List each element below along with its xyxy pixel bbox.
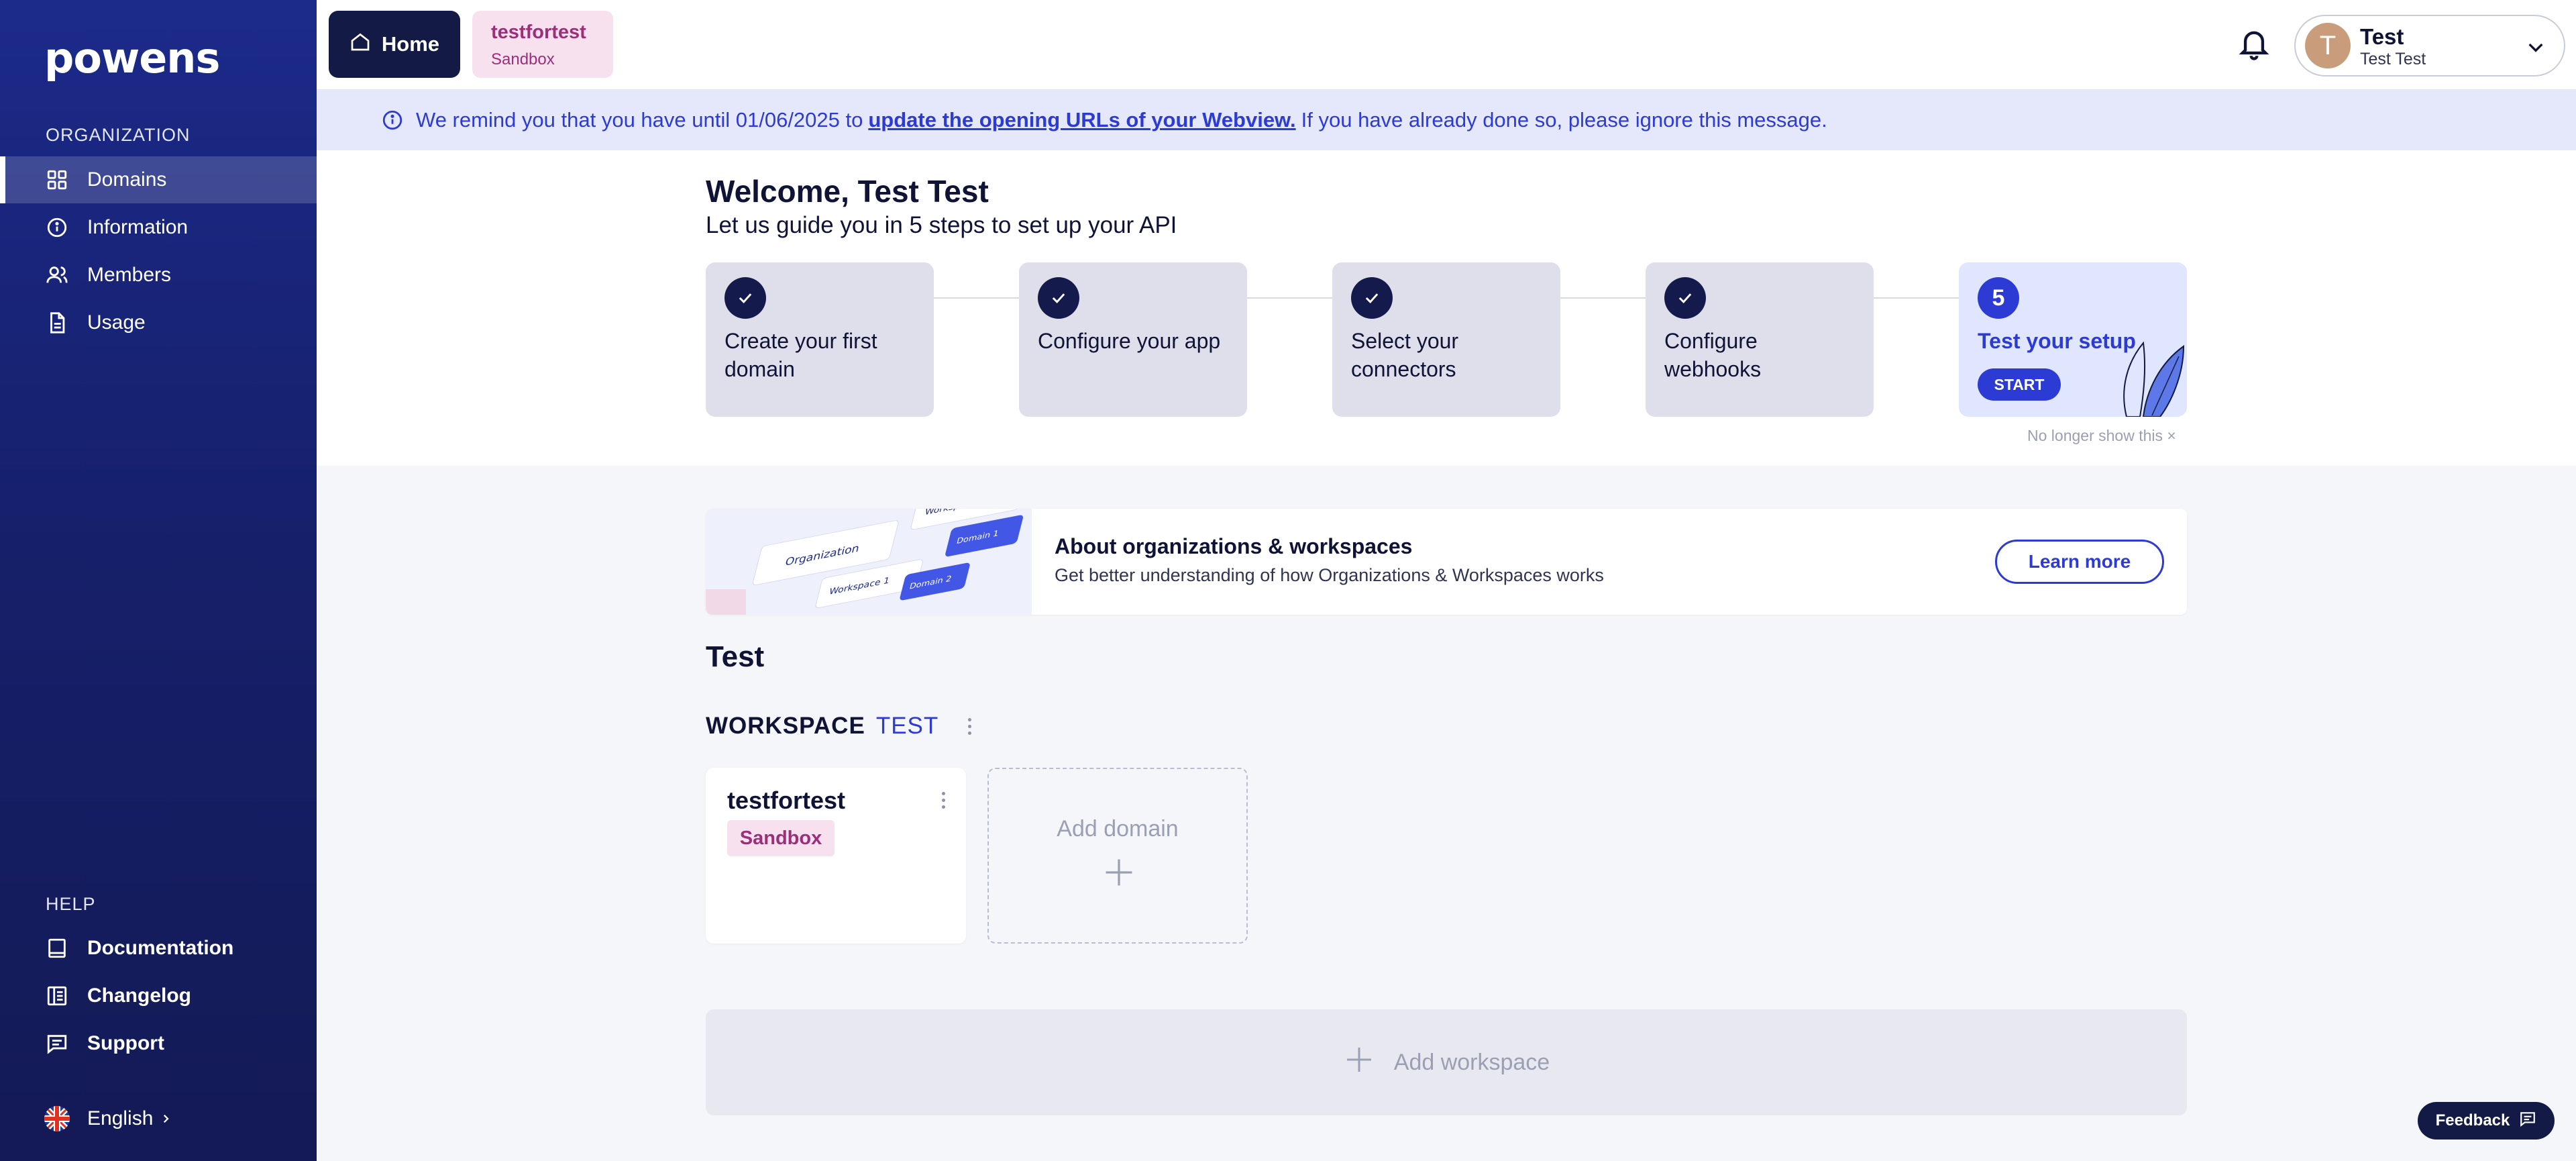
domain-more-icon[interactable] xyxy=(942,792,945,809)
step-card-4[interactable]: Configure webhooks xyxy=(1646,262,1874,417)
changelog-icon xyxy=(44,983,70,1009)
environment-type: Sandbox xyxy=(491,50,555,68)
uk-flag-icon xyxy=(44,1106,70,1131)
sidebar-item-usage[interactable]: Usage xyxy=(0,299,317,346)
sidebar-item-members[interactable]: Members xyxy=(0,252,317,299)
sidebar-item-domains[interactable]: Domains xyxy=(0,156,317,203)
step-label: Create your first domain xyxy=(724,329,877,381)
leaf-illustration xyxy=(2123,341,2185,417)
step-card-1[interactable]: Create your first domain xyxy=(706,262,934,417)
home-button[interactable]: Home xyxy=(329,11,460,78)
onboarding-section: Welcome, Test Test Let us guide you in 5… xyxy=(317,150,2576,466)
powens-logo[interactable]: powens xyxy=(44,34,220,83)
step-card-2[interactable]: Configure your app xyxy=(1019,262,1247,417)
about-subtitle: Get better understanding of how Organiza… xyxy=(1055,565,1604,585)
sidebar-item-information[interactable]: Information xyxy=(0,204,317,251)
top-bar: Home testfortest Sandbox T Test Test Tes… xyxy=(317,0,2576,90)
domain-name: testfortest xyxy=(727,787,846,814)
message-icon xyxy=(2519,1110,2536,1132)
sidebar-item-label: Domains xyxy=(87,168,167,191)
grid-icon xyxy=(44,167,70,193)
add-domain-button[interactable]: Add domain xyxy=(987,768,1248,944)
chat-icon xyxy=(44,1031,70,1056)
sidebar-item-label: Members xyxy=(87,264,172,286)
organizations-illustration: Organization Workspace 2 Workspace 1 Dom… xyxy=(706,509,1032,615)
organization-section-label: ORGANIZATION xyxy=(46,125,191,145)
check-icon xyxy=(1038,277,1079,319)
sidebar-item-label: Documentation xyxy=(87,937,234,959)
add-domain-label: Add domain xyxy=(1057,816,1179,842)
plus-icon xyxy=(1343,1044,1375,1082)
document-icon xyxy=(44,310,70,336)
chevron-right-icon xyxy=(160,1107,172,1130)
avatar: T xyxy=(2305,23,2351,68)
feedback-button[interactable]: Feedback xyxy=(2418,1102,2555,1140)
environment-tab[interactable]: testfortest Sandbox xyxy=(472,11,613,78)
sidebar-item-changelog[interactable]: Changelog xyxy=(0,972,317,1019)
start-button[interactable]: START xyxy=(1978,368,2061,401)
sidebar: powens ORGANIZATION Domains Information … xyxy=(0,0,317,1161)
info-circle-icon xyxy=(44,215,70,240)
sidebar-item-support[interactable]: Support xyxy=(0,1020,317,1067)
step-label: Configure your app xyxy=(1038,329,1221,353)
language-label: English xyxy=(87,1107,154,1129)
sidebar-item-label: Support xyxy=(87,1032,164,1054)
banner-text-prefix: We remind you that you have until 01/06/… xyxy=(416,108,863,132)
feedback-label: Feedback xyxy=(2435,1111,2510,1129)
home-label: Home xyxy=(381,32,440,56)
step-label: Configure webhooks xyxy=(1664,329,1762,381)
users-icon xyxy=(44,262,70,288)
about-organizations-card: Organization Workspace 2 Workspace 1 Dom… xyxy=(706,509,2187,615)
organization-title: Test xyxy=(706,640,765,673)
check-icon xyxy=(1351,277,1393,319)
reminder-banner: We remind you that you have until 01/06/… xyxy=(317,90,2576,150)
chevron-down-icon xyxy=(2525,36,2546,61)
welcome-title: Welcome, Test Test xyxy=(706,174,989,209)
info-circle-icon xyxy=(381,109,404,132)
home-icon xyxy=(350,31,371,58)
workspace-header: WORKSPACE TEST xyxy=(706,713,972,740)
user-menu[interactable]: T Test Test Test xyxy=(2294,15,2565,77)
sidebar-item-label: Information xyxy=(87,216,189,238)
bell-icon[interactable] xyxy=(2237,26,2271,66)
webview-urls-link[interactable]: update the opening URLs of your Webview. xyxy=(868,108,1295,132)
domain-card[interactable]: testfortest Sandbox xyxy=(706,768,966,944)
banner-text-suffix: If you have already done so, please igno… xyxy=(1301,108,1827,132)
plus-icon xyxy=(1102,855,1136,893)
step-label: Select your connectors xyxy=(1351,329,1459,381)
add-workspace-button[interactable]: Add workspace xyxy=(706,1009,2187,1115)
status-badge: Sandbox xyxy=(727,820,835,856)
language-selector[interactable]: English xyxy=(44,1106,172,1131)
step-number: 5 xyxy=(1978,277,2019,319)
dismiss-onboarding-link[interactable]: No longer show this × xyxy=(2027,427,2176,445)
welcome-subtitle: Let us guide you in 5 steps to set up yo… xyxy=(706,212,1177,238)
sidebar-item-label: Changelog xyxy=(87,985,191,1007)
workspace-name: TEST xyxy=(875,713,939,739)
user-full-name: Test Test xyxy=(2360,50,2426,68)
workspace-more-icon[interactable] xyxy=(968,717,972,735)
add-workspace-label: Add workspace xyxy=(1393,1049,1550,1075)
help-section-label: HELP xyxy=(46,894,96,914)
sidebar-item-documentation[interactable]: Documentation xyxy=(0,925,317,972)
check-icon xyxy=(724,277,766,319)
step-card-5[interactable]: 5 Test your setup START xyxy=(1959,262,2187,417)
step-card-3[interactable]: Select your connectors xyxy=(1332,262,1560,417)
sidebar-item-label: Usage xyxy=(87,311,146,334)
learn-more-button[interactable]: Learn more xyxy=(1995,540,2164,584)
environment-name: testfortest xyxy=(491,21,586,43)
about-title: About organizations & workspaces xyxy=(1055,534,1413,558)
book-icon xyxy=(44,936,70,961)
user-name: Test xyxy=(2360,24,2404,49)
workspace-label: WORKSPACE xyxy=(706,713,865,739)
check-icon xyxy=(1664,277,1706,319)
